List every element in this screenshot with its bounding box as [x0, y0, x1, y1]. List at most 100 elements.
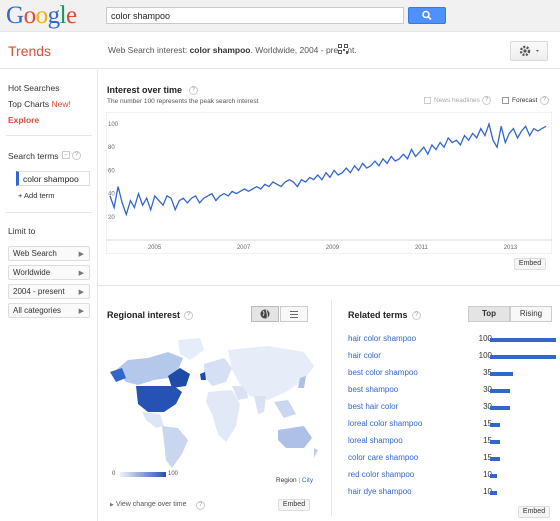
search-input[interactable]	[106, 7, 404, 24]
related-term-value: 30	[483, 402, 492, 411]
related-term-row[interactable]: loreal color shampoo 15	[348, 417, 558, 434]
qr-code-icon[interactable]	[338, 44, 348, 54]
sidebar-explore[interactable]: Explore	[8, 115, 39, 125]
interest-chart[interactable]: 20 40 60 80 100 2005 2007 2009 2011 2013	[106, 112, 552, 254]
related-term-row[interactable]: best color shampoo 35	[348, 366, 558, 383]
map-south-america	[162, 426, 188, 468]
regional-embed-button[interactable]: Embed	[278, 499, 310, 511]
help-icon[interactable]: ?	[184, 311, 193, 320]
map-legend-min: 0	[112, 471, 116, 477]
related-term-value: 15	[483, 419, 492, 428]
map-new-zealand	[314, 448, 318, 458]
add-term-link[interactable]: + Add term	[18, 191, 54, 200]
map-uk	[200, 372, 206, 380]
map-view-button[interactable]	[251, 306, 279, 322]
interest-embed-button[interactable]: Embed	[514, 258, 546, 270]
trends-subheader: Trends Web Search interest: color shampo…	[0, 33, 560, 69]
related-term-row[interactable]: red color shampoo 10	[348, 468, 558, 485]
help-icon[interactable]: ?	[482, 96, 491, 105]
limit-label: All categories	[13, 306, 62, 315]
related-term-row[interactable]: color care shampoo 15	[348, 451, 558, 468]
sidebar-hot-searches[interactable]: Hot Searches	[8, 83, 60, 93]
related-term-link[interactable]: best color shampoo	[348, 368, 418, 377]
view-change-label: View change over time	[115, 501, 187, 508]
limit-select-category[interactable]: All categories ▶	[8, 303, 90, 318]
related-term-value: 15	[483, 453, 492, 462]
view-change-link[interactable]: ▶ View change over time	[110, 501, 187, 508]
related-term-link[interactable]: loreal shampoo	[348, 436, 403, 445]
google-logo[interactable]: Google	[6, 2, 77, 30]
regional-title: Regional interest	[107, 310, 181, 320]
search-terms-heading: Search terms	[8, 151, 59, 161]
y-tick-label: 60	[108, 168, 115, 174]
x-tick-label: 2007	[237, 245, 251, 251]
related-term-link[interactable]: hair color	[348, 351, 381, 360]
limit-to-heading: Limit to	[8, 226, 36, 236]
related-term-row[interactable]: loreal shampoo 15	[348, 434, 558, 451]
logo-letter: o	[23, 2, 37, 29]
x-tick-label: 2005	[148, 245, 162, 251]
related-term-bar	[490, 440, 500, 444]
related-term-row[interactable]: hair color shampoo 100	[348, 332, 558, 349]
related-term-bar	[490, 355, 556, 359]
search-term-chip[interactable]: color shampoo	[16, 171, 90, 186]
news-headlines-checkbox[interactable]	[424, 97, 431, 104]
map-mexico	[142, 412, 164, 428]
map-europe	[204, 358, 232, 386]
help-icon[interactable]: ?	[72, 151, 81, 160]
limit-select-time[interactable]: 2004 - present ▶	[8, 284, 90, 299]
search-button[interactable]	[408, 7, 446, 24]
caret-right-icon: ▶	[110, 502, 114, 508]
related-term-link[interactable]: best shampoo	[348, 385, 398, 394]
related-embed-button[interactable]: Embed	[518, 506, 550, 518]
related-term-value: 30	[483, 385, 492, 394]
help-icon[interactable]: ?	[196, 501, 205, 510]
related-term-bar	[490, 406, 510, 410]
chevron-right-icon: ▶	[78, 308, 84, 315]
tab-top[interactable]: Top	[468, 306, 510, 322]
related-term-link[interactable]: color care shampoo	[348, 453, 418, 462]
help-icon[interactable]: ?	[540, 96, 549, 105]
x-tick-label: 2013	[504, 245, 518, 251]
related-term-link[interactable]: red color shampoo	[348, 470, 414, 479]
related-term-row[interactable]: best shampoo 30	[348, 383, 558, 400]
related-title: Related terms	[348, 310, 408, 320]
limit-label: Worldwide	[13, 268, 51, 277]
tab-rising[interactable]: Rising	[510, 306, 552, 322]
related-term-bar	[490, 423, 500, 427]
city-link[interactable]: City	[302, 477, 313, 484]
limit-label: 2004 - present	[13, 287, 65, 296]
trends-title[interactable]: Trends	[8, 43, 51, 59]
settings-button[interactable]	[510, 41, 548, 61]
news-headlines-label: News headlines	[434, 97, 480, 104]
related-term-row[interactable]: best hair color 30	[348, 400, 558, 417]
sidebar-top-charts[interactable]: Top Charts New!	[8, 99, 71, 109]
region-link[interactable]: Region	[276, 477, 297, 484]
chevron-right-icon: ▶	[78, 270, 84, 277]
help-icon[interactable]: ?	[412, 311, 421, 320]
related-term-bar	[490, 457, 500, 461]
globe-icon	[260, 309, 270, 319]
related-term-row[interactable]: hair dye shampoo 10	[348, 485, 558, 502]
help-icon[interactable]: ?	[189, 86, 198, 95]
map-legend-gradient	[120, 472, 166, 477]
related-term-bar	[490, 372, 514, 376]
forecast-checkbox[interactable]	[502, 97, 509, 104]
limit-select-region[interactable]: Worldwide ▶	[8, 265, 90, 280]
related-term-link[interactable]: best hair color	[348, 402, 398, 411]
region-city-toggle[interactable]: Region | City	[276, 477, 313, 484]
column-divider	[331, 300, 332, 516]
limit-select-search-type[interactable]: Web Search ▶	[8, 246, 90, 261]
world-map[interactable]	[108, 330, 320, 470]
logo-letter: G	[6, 2, 24, 29]
chevron-right-icon: ▶	[78, 289, 84, 296]
chevron-down-icon	[536, 50, 539, 52]
related-term-row[interactable]: hair color 100	[348, 349, 558, 366]
collapse-icon[interactable]: -	[62, 151, 70, 159]
list-view-button[interactable]	[280, 306, 308, 322]
related-term-link[interactable]: loreal color shampoo	[348, 419, 422, 428]
forecast-label: Forecast	[512, 97, 538, 104]
logo-letter: e	[66, 2, 77, 29]
related-term-link[interactable]: hair color shampoo	[348, 334, 416, 343]
related-term-link[interactable]: hair dye shampoo	[348, 487, 412, 496]
